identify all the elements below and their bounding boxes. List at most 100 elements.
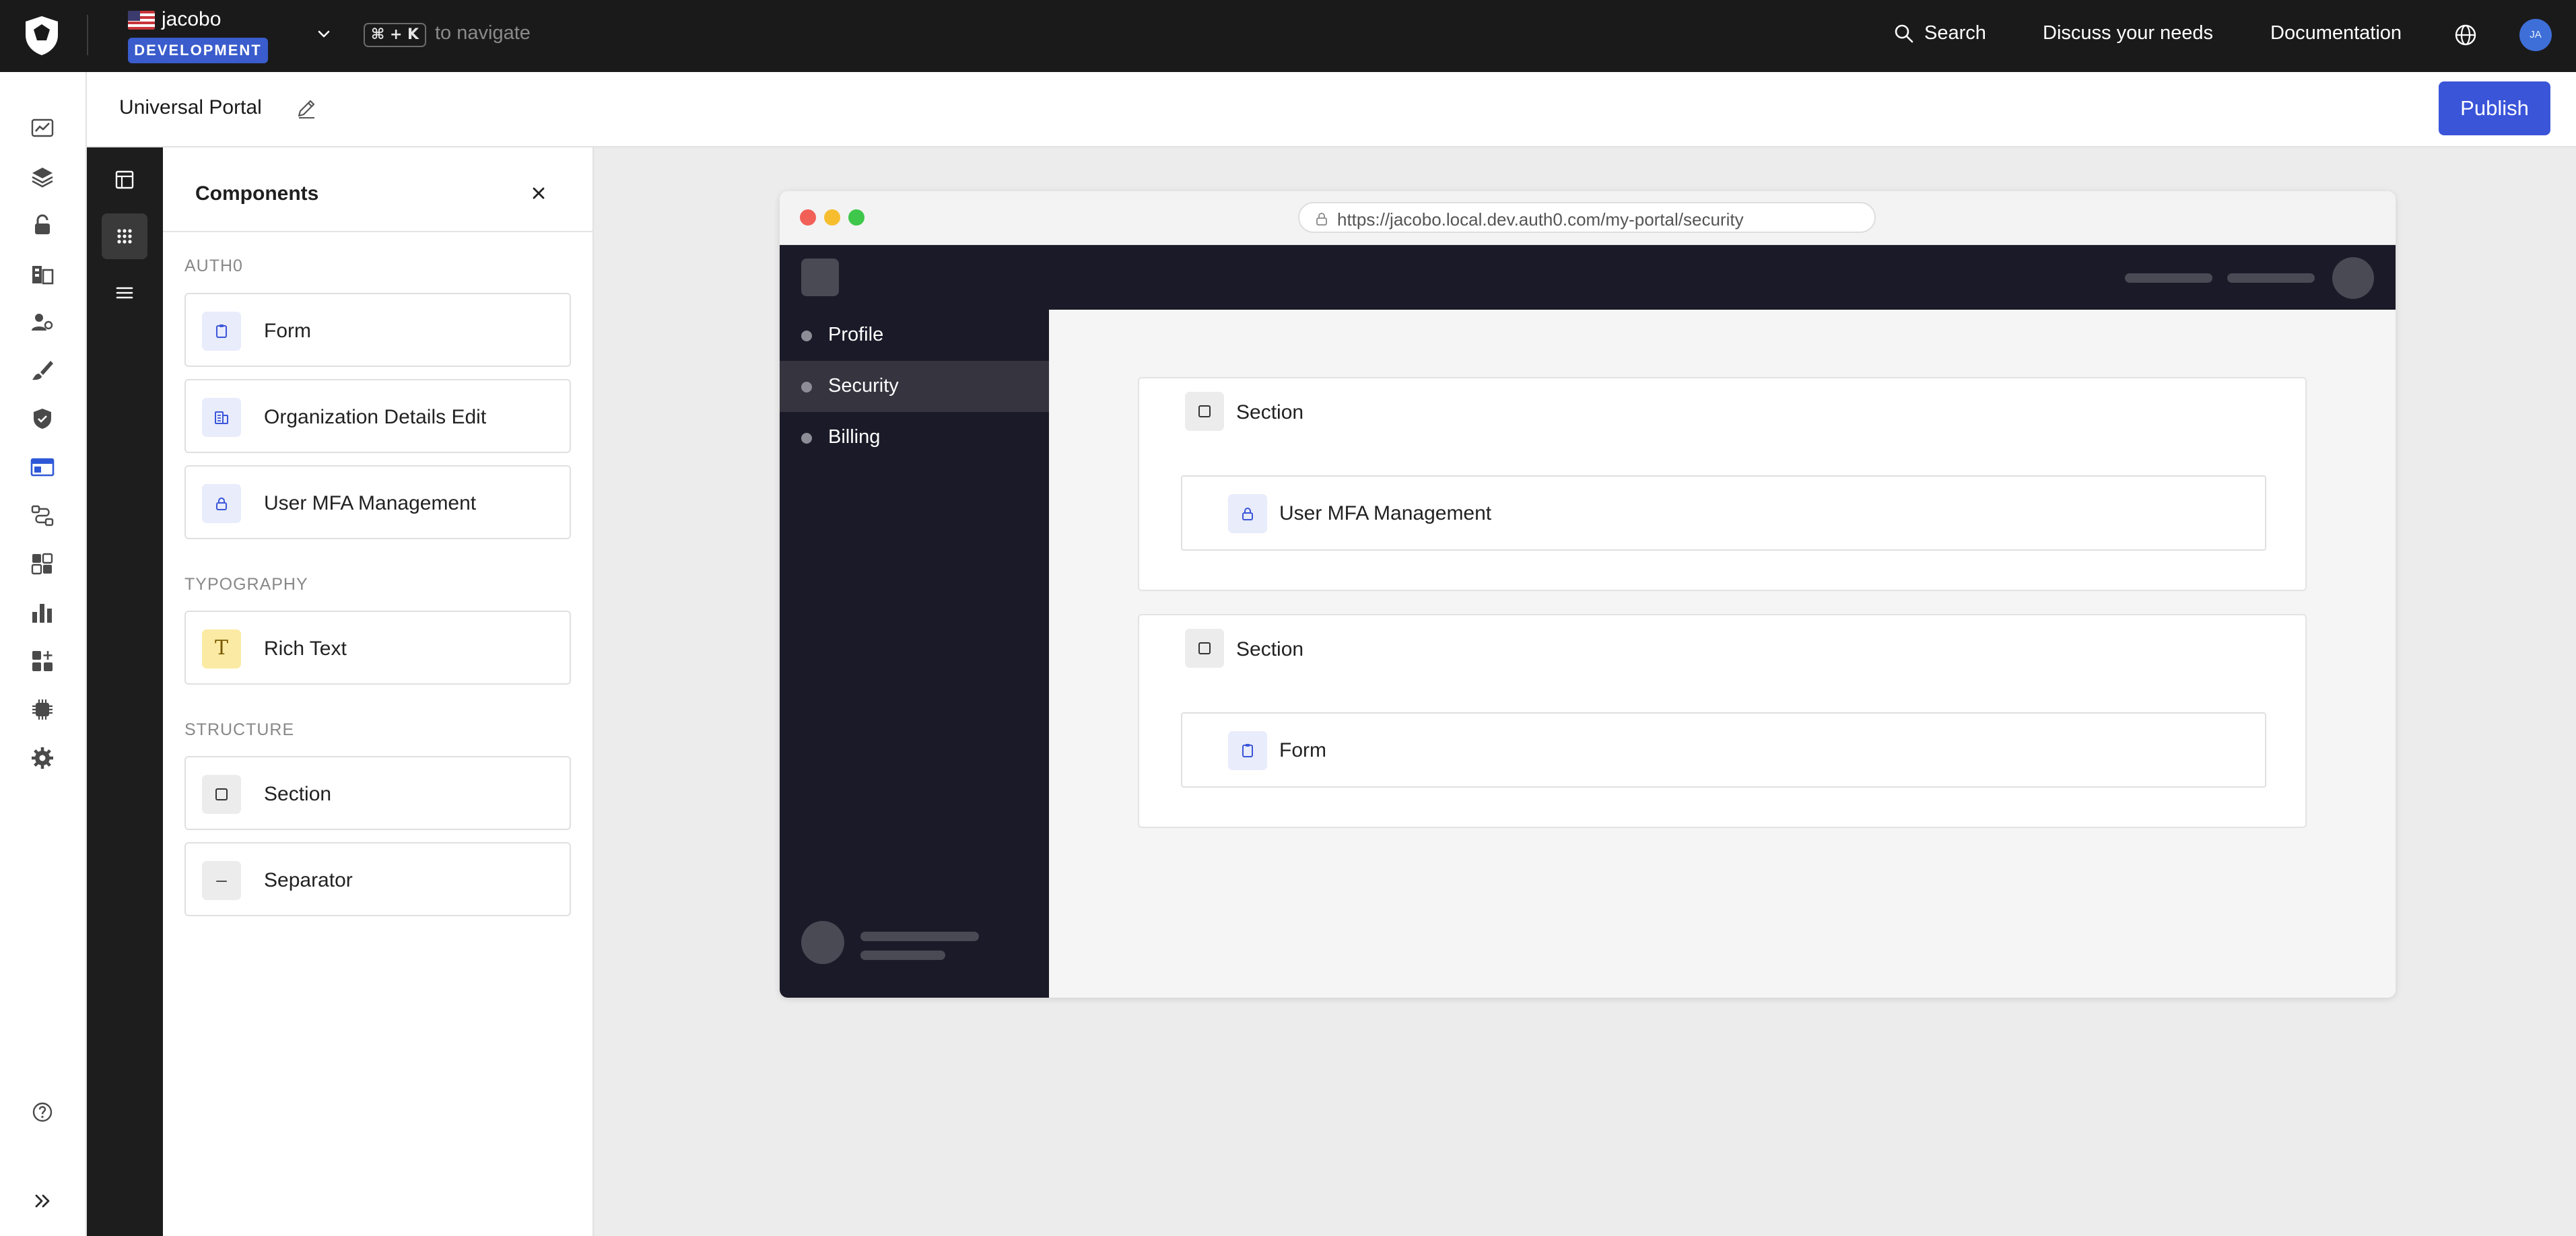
nav-label: Profile	[828, 324, 884, 345]
address-bar: https://jacobo.local.dev.auth0.com/my-po…	[1298, 202, 1876, 233]
components-grid-icon	[117, 229, 132, 244]
group-label-structure: STRUCTURE	[184, 720, 295, 739]
chip-icon[interactable]	[30, 697, 55, 722]
environment-badge: DEVELOPMENT	[128, 38, 268, 63]
site-avatar-placeholder	[2332, 257, 2374, 299]
component-user-mfa-management[interactable]: User MFA Management	[184, 465, 571, 539]
component-block-label: Form	[1279, 739, 1326, 761]
lock-icon[interactable]	[30, 212, 55, 238]
component-block-form[interactable]: Form	[1181, 712, 2266, 788]
editor-tool-rail	[87, 147, 163, 1236]
section-block[interactable]: Section User MFA Management	[1138, 377, 2307, 591]
dash-icon: –	[202, 861, 241, 900]
group-label-auth0: AUTH0	[184, 256, 243, 275]
auth0-shield-logo[interactable]	[23, 15, 61, 57]
site-nav-billing[interactable]: Billing	[780, 412, 1049, 463]
layout-tool-button[interactable]	[102, 157, 147, 203]
site-content: Section User MFA Management Section Form	[1049, 310, 2396, 998]
components-panel: Components AUTH0 Form Organization Detai…	[163, 147, 594, 1236]
us-flag-icon	[128, 11, 155, 30]
nav-label: Security	[828, 375, 899, 397]
marketplace-icon[interactable]	[30, 648, 55, 674]
sidebar-user-avatar-placeholder	[801, 921, 844, 964]
command-shortcut-key[interactable]: ⌘ + K	[364, 23, 426, 47]
portal-preview-frame: https://jacobo.local.dev.auth0.com/my-po…	[780, 191, 2396, 998]
chevron-down-icon[interactable]	[314, 24, 334, 44]
site-nav-profile[interactable]: Profile	[780, 310, 1049, 361]
component-form[interactable]: Form	[184, 293, 571, 367]
maximize-window-dot	[848, 209, 865, 226]
site-sidebar: Profile Security Billing	[780, 310, 1049, 998]
menu-icon	[116, 287, 133, 299]
site-nav-security[interactable]: Security	[780, 361, 1049, 412]
component-label: User MFA Management	[264, 492, 477, 514]
portal-icon[interactable]	[30, 454, 55, 480]
section-label: Section	[1236, 401, 1304, 423]
activity-icon[interactable]	[30, 115, 55, 141]
section-label: Section	[1236, 638, 1304, 660]
security-shield-icon[interactable]	[30, 406, 55, 432]
component-label: Separator	[264, 869, 353, 891]
organizations-icon[interactable]	[30, 261, 55, 286]
site-header-placeholder	[2227, 273, 2315, 283]
globe-icon[interactable]	[2453, 23, 2478, 47]
branding-brush-icon[interactable]	[30, 357, 55, 383]
menu-tool-button[interactable]	[102, 270, 147, 316]
search-icon	[1895, 24, 1913, 43]
component-label: Organization Details Edit	[264, 406, 487, 428]
help-icon[interactable]	[30, 1099, 55, 1125]
components-tool-button[interactable]	[102, 213, 147, 259]
group-label-typography: TYPOGRAPHY	[184, 575, 308, 594]
top-bar: jacobo DEVELOPMENT ⌘ + K to navigate Sea…	[0, 0, 2576, 72]
browser-chrome: https://jacobo.local.dev.auth0.com/my-po…	[780, 191, 2396, 245]
documentation-link[interactable]: Documentation	[2270, 22, 2402, 44]
section-block[interactable]: Section Form	[1138, 614, 2307, 828]
layers-icon[interactable]	[30, 164, 55, 189]
site-logo-placeholder	[801, 259, 839, 296]
settings-gear-icon[interactable]	[30, 745, 55, 771]
shortcut-hint: to navigate	[435, 22, 531, 44]
edit-pencil-icon[interactable]	[294, 96, 318, 121]
actions-flow-icon[interactable]	[30, 503, 55, 528]
text-glyph: T	[214, 636, 228, 660]
component-organization-details-edit[interactable]: Organization Details Edit	[184, 379, 571, 453]
panel-divider	[163, 231, 594, 232]
component-label: Form	[264, 320, 311, 342]
users-icon[interactable]	[30, 309, 55, 335]
lock-icon	[202, 484, 241, 523]
monitoring-chart-icon[interactable]	[30, 600, 55, 625]
panel-title: Components	[195, 182, 319, 205]
main-nav-rail	[0, 72, 87, 1236]
extensions-icon[interactable]	[30, 551, 55, 577]
component-block-label: User MFA Management	[1279, 502, 1492, 524]
publish-button[interactable]: Publish	[2439, 81, 2550, 135]
square-icon	[1185, 392, 1224, 431]
search-label: Search	[1924, 22, 1986, 44]
user-avatar[interactable]: JA	[2519, 19, 2552, 51]
component-label: Section	[264, 783, 332, 805]
component-separator[interactable]: – Separator	[184, 842, 571, 916]
tenant-name: jacobo	[162, 8, 222, 30]
nav-bullet	[801, 331, 812, 341]
site-header	[780, 245, 2396, 310]
component-rich-text[interactable]: T Rich Text	[184, 611, 571, 685]
expand-sidebar-icon[interactable]	[30, 1188, 55, 1214]
clipboard-icon	[202, 312, 241, 351]
lock-icon	[1316, 213, 1327, 226]
component-block-user-mfa-management[interactable]: User MFA Management	[1181, 475, 2266, 551]
buildings-icon	[202, 398, 241, 437]
close-icon[interactable]	[527, 181, 551, 205]
dash-glyph: –	[216, 869, 227, 890]
lock-icon	[1228, 494, 1267, 533]
nav-bullet	[801, 433, 812, 444]
nav-bullet	[801, 382, 812, 392]
square-icon	[1185, 629, 1224, 668]
page-title: Universal Portal	[119, 96, 262, 118]
sidebar-user-placeholder	[860, 951, 945, 960]
clipboard-icon	[1228, 731, 1267, 770]
layout-icon	[115, 170, 134, 189]
component-section[interactable]: Section	[184, 756, 571, 830]
discuss-needs-link[interactable]: Discuss your needs	[2043, 22, 2213, 44]
text-icon: T	[202, 629, 241, 668]
square-icon	[202, 775, 241, 814]
